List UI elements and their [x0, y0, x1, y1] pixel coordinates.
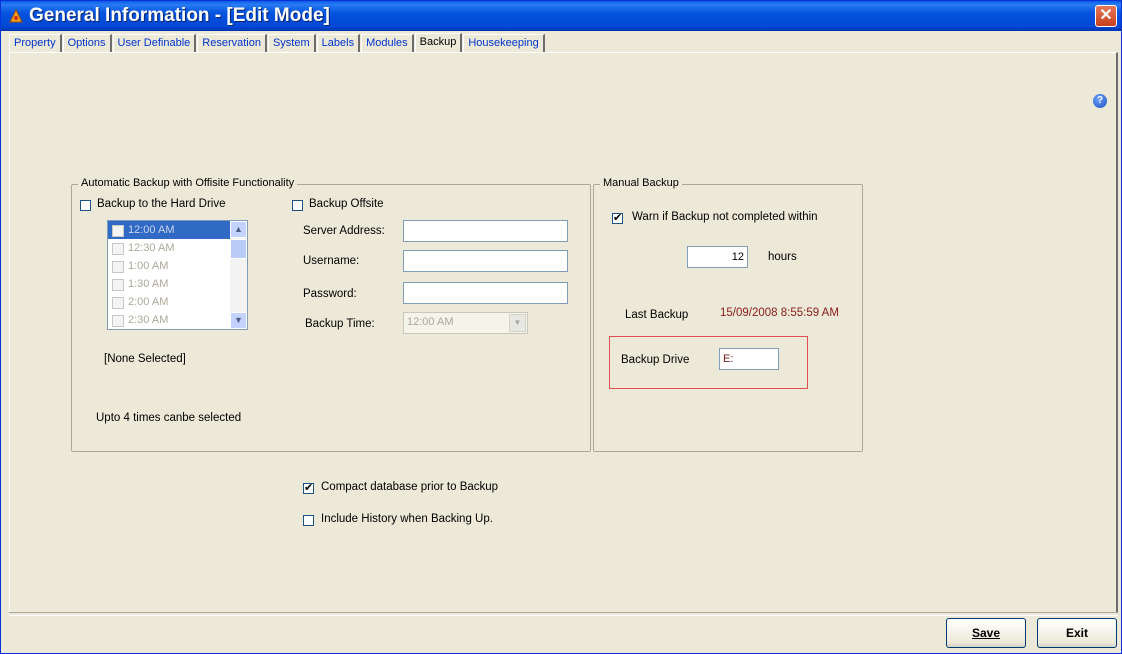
tab-strip: Property Options User Definable Reservat… — [9, 32, 546, 52]
none-selected-text: [None Selected] — [104, 353, 186, 365]
list-scrollbar[interactable]: ▲ ▼ — [230, 221, 247, 329]
list-item-label: 1:00 AM — [128, 260, 169, 272]
tab-modules[interactable]: Modules — [361, 34, 414, 52]
save-button[interactable]: Save — [946, 618, 1026, 648]
server-address-input[interactable] — [403, 220, 568, 242]
item-checkbox-icon — [112, 261, 124, 273]
backup-time-select[interactable]: 12:00 AM ▼ — [403, 312, 528, 334]
server-address-label: Server Address: — [303, 225, 385, 237]
tab-reservation[interactable]: Reservation — [197, 34, 267, 52]
automatic-backup-legend: Automatic Backup with Offisite Functiona… — [78, 177, 298, 189]
compact-database-checkbox[interactable] — [303, 481, 314, 494]
scroll-down-icon[interactable]: ▼ — [230, 312, 247, 329]
backup-drive-input[interactable] — [719, 348, 779, 370]
tab-housekeeping[interactable]: Housekeeping — [463, 34, 545, 52]
backup-offsite-label[interactable]: Backup Offsite — [309, 198, 384, 210]
manual-backup-legend: Manual Backup — [600, 177, 682, 189]
item-checkbox-icon — [112, 315, 124, 327]
tab-backup[interactable]: Backup — [414, 33, 463, 52]
password-label: Password: — [303, 288, 357, 300]
scroll-up-icon[interactable]: ▲ — [230, 221, 247, 238]
item-checkbox-icon — [112, 297, 124, 309]
warn-backup-checkbox[interactable] — [612, 211, 623, 224]
chevron-down-icon[interactable]: ▼ — [509, 314, 526, 332]
list-item-label: 2:30 AM — [128, 314, 169, 326]
list-item-label: 12:00 AM — [128, 224, 175, 236]
window-title: General Information - [Edit Mode] — [29, 5, 330, 26]
list-item[interactable]: 2:30 AM — [108, 311, 247, 329]
hours-label: hours — [768, 251, 797, 263]
save-button-label: Save — [971, 626, 1001, 640]
item-checkbox-icon — [112, 279, 124, 291]
hours-input[interactable] — [687, 246, 748, 268]
backup-drive-label: Backup Drive — [621, 354, 690, 366]
warn-backup-label[interactable]: Warn if Backup not completed within — [632, 211, 818, 223]
username-input[interactable] — [403, 250, 568, 272]
item-checkbox-icon — [112, 225, 124, 237]
backup-time-value: 12:00 AM — [407, 316, 454, 328]
backup-hard-drive-checkbox[interactable] — [80, 200, 91, 211]
general-information-window: General Information - [Edit Mode] ✕ Prop… — [0, 0, 1122, 654]
last-backup-label: Last Backup — [625, 309, 689, 321]
times-limit-note: Upto 4 times canbe selected — [96, 412, 242, 424]
list-item[interactable]: 12:30 AM — [108, 239, 247, 257]
tab-user-definable[interactable]: User Definable — [112, 34, 197, 52]
tab-property[interactable]: Property — [9, 34, 62, 52]
tab-system[interactable]: System — [267, 34, 316, 52]
exit-button-label: Exit — [1065, 626, 1088, 640]
title-bar: General Information - [Edit Mode] ✕ — [1, 1, 1121, 31]
include-history-checkbox[interactable] — [303, 515, 314, 526]
compact-database-label[interactable]: Compact database prior to Backup — [321, 481, 498, 493]
list-item[interactable]: 2:00 AM — [108, 293, 247, 311]
backup-hard-drive-label[interactable]: Backup to the Hard Drive — [97, 198, 225, 210]
close-button[interactable]: ✕ — [1095, 5, 1117, 27]
list-item-label: 2:00 AM — [128, 296, 169, 308]
item-checkbox-icon — [112, 243, 124, 255]
list-item[interactable]: 1:00 AM — [108, 257, 247, 275]
help-icon[interactable]: ? — [1093, 94, 1107, 108]
scroll-thumb[interactable] — [230, 239, 247, 259]
password-input[interactable] — [403, 282, 568, 304]
backup-offsite-checkbox[interactable] — [292, 200, 303, 211]
bottom-divider — [9, 612, 1118, 616]
include-history-label[interactable]: Include History when Backing Up. — [321, 513, 493, 525]
tab-labels[interactable]: Labels — [316, 34, 361, 52]
list-item[interactable]: 1:30 AM — [108, 275, 247, 293]
list-item[interactable]: 12:00 AM — [108, 221, 247, 239]
last-backup-value: 15/09/2008 8:55:59 AM — [720, 307, 839, 319]
app-icon — [9, 9, 23, 23]
list-item-label: 12:30 AM — [128, 242, 175, 254]
tab-options[interactable]: Options — [62, 34, 112, 52]
username-label: Username: — [303, 255, 360, 267]
backup-times-list[interactable]: 12:00 AM 12:30 AM 1:00 AM 1:30 AM 2:00 A… — [107, 220, 248, 330]
exit-button[interactable]: Exit — [1037, 618, 1117, 648]
list-item-label: 1:30 AM — [128, 278, 169, 290]
backup-time-label: Backup Time: — [305, 318, 375, 330]
